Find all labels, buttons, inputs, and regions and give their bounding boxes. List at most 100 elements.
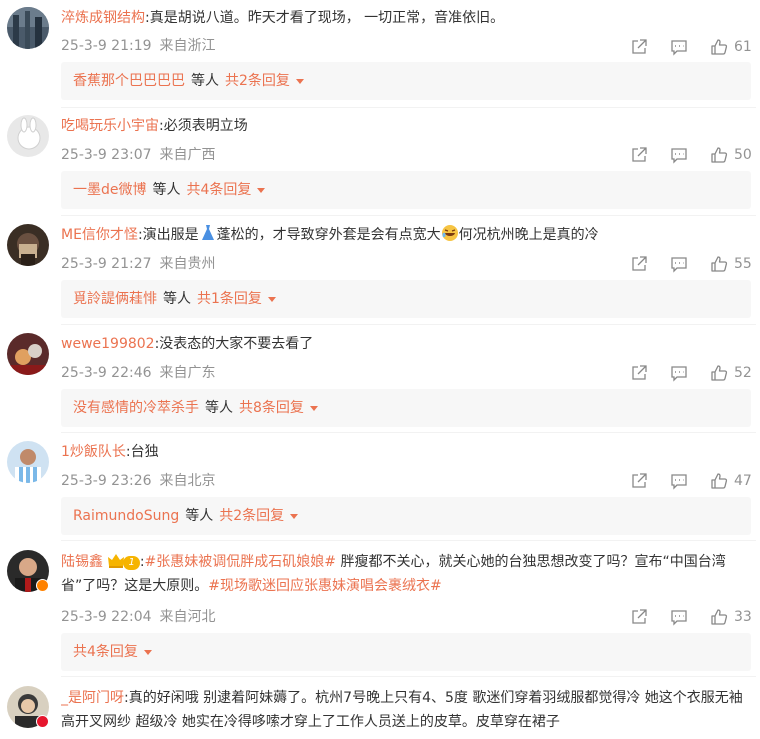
comment-date: 25-3-9 22:46 (61, 365, 152, 381)
comment-location: 来自贵州 (159, 256, 216, 272)
reply-summary[interactable]: RaimundoSung 等人 共2条回复 (61, 497, 751, 535)
comment-meta: 25-3-9 22:46 来自广东 (61, 363, 216, 383)
reply-username-link[interactable]: 香蕉那个巴巴巴巴 (73, 73, 185, 89)
divider (61, 676, 756, 677)
caret-down-icon (257, 187, 266, 193)
comment-icon (671, 148, 687, 164)
like-button[interactable]: 61 (710, 37, 752, 57)
comment-text-line: 陆锡鑫 1:#张惠妹被调侃胖成石矶娘娘# 胖瘦都不关心，就关心她的台独思想改变了… (61, 554, 726, 594)
share-button[interactable] (630, 363, 648, 383)
comment-actions: 55 (630, 254, 760, 274)
divider (61, 107, 756, 108)
like-button[interactable]: 55 (710, 254, 752, 274)
comment-text-line: wewe199802:没表态的大家不要去看了 (61, 336, 314, 352)
reply-button[interactable] (670, 607, 688, 627)
share-button[interactable] (630, 254, 648, 274)
username-link[interactable]: 淬炼成钢结构 (61, 10, 145, 26)
like-icon (711, 256, 728, 272)
reply-count-link[interactable]: 共2条回复 (219, 508, 284, 524)
verified-badge-icon (36, 715, 49, 728)
reply-username-link[interactable]: 覓詅諟俩蓕悱 (73, 291, 157, 307)
divider (61, 324, 756, 325)
reply-summary[interactable]: 一墨de微博 等人 共4条回复 (61, 171, 751, 209)
reply-button[interactable] (670, 37, 688, 57)
like-button[interactable]: 50 (710, 145, 752, 165)
comment-text: 必须表明立场 (163, 118, 248, 134)
comment-icon (671, 474, 687, 490)
like-button[interactable]: 52 (710, 363, 752, 383)
comment-actions: 52 (630, 363, 760, 383)
divider (61, 540, 756, 541)
caret-down-icon (143, 649, 152, 655)
comment-text: 台独 (130, 444, 159, 460)
comment-text-part: 何况杭州晚上是真的冷 (458, 227, 599, 243)
username-link[interactable]: 吃喝玩乐小宇宙 (61, 118, 159, 134)
hashtag-link[interactable]: #张惠妹被调侃胖成石矶娘娘# (145, 554, 336, 570)
reply-summary[interactable]: 没有感情的冷萃杀手 等人 共8条回复 (61, 389, 751, 427)
reply-username-link[interactable]: 没有感情的冷萃杀手 (73, 400, 199, 416)
comment-meta: 25-3-9 22:04 来自河北 (61, 607, 216, 627)
caret-down-icon (290, 513, 299, 519)
username-link[interactable]: wewe199802 (61, 336, 155, 352)
comment-date: 25-3-9 21:19 (61, 38, 152, 54)
reply-count-link[interactable]: 共1条回复 (197, 291, 262, 307)
comment-icon (671, 366, 687, 382)
caret-down-icon (309, 405, 318, 411)
reply-etc-label: 等人 (191, 73, 219, 89)
username-link[interactable]: _是阿门呀 (61, 690, 124, 706)
divider (61, 432, 756, 433)
share-icon (632, 365, 647, 380)
avatar[interactable] (7, 441, 49, 483)
reply-count-link[interactable]: 共4条回复 (187, 182, 252, 198)
like-count: 47 (734, 473, 752, 489)
reply-summary[interactable]: 共4条回复 (61, 633, 751, 671)
reply-button[interactable] (670, 363, 688, 383)
like-button[interactable]: 47 (710, 471, 752, 491)
comment-text-line: _是阿门呀:真的好闲哦 别逮着阿妹薅了。杭州7号晚上只有4、5度 歌迷们穿着羽绒… (61, 690, 743, 730)
reply-count-link[interactable]: 共4条回复 (73, 644, 138, 660)
comment-location: 来自浙江 (159, 38, 216, 54)
comment-text-line: ME信你才怪:演出服是 蓬松的，才导致穿外套是会有点宽大 何况杭州晚上是真的冷 (61, 224, 756, 246)
caret-down-icon (267, 296, 276, 302)
like-button[interactable]: 33 (710, 607, 752, 627)
hashtag-link[interactable]: #现场歌迷回应张惠妹演唱会裹绒衣# (208, 578, 441, 594)
reply-username-link[interactable]: 一墨de微博 (73, 182, 147, 198)
divider (61, 215, 756, 216)
reply-summary[interactable]: 覓詅諟俩蓕悱 等人 共1条回复 (61, 280, 751, 318)
reply-button[interactable] (670, 471, 688, 491)
like-icon (711, 365, 728, 381)
like-icon (711, 473, 728, 489)
avatar[interactable] (7, 224, 49, 266)
avatar[interactable] (7, 7, 49, 49)
avatar[interactable] (7, 115, 49, 157)
share-button[interactable] (630, 145, 648, 165)
comment-date: 25-3-9 23:26 (61, 473, 152, 489)
username-link[interactable]: 陆锡鑫 (61, 554, 103, 570)
like-count: 50 (734, 147, 752, 163)
share-button[interactable] (630, 607, 648, 627)
dress-emoji-icon (201, 225, 214, 240)
comment-icon (671, 40, 687, 56)
comment-text-line: 吃喝玩乐小宇宙:必须表明立场 (61, 118, 248, 134)
comment-text-part: 蓬松的，才导致穿外套是会有点宽大 (216, 227, 441, 243)
level-badge: 1 (123, 556, 140, 570)
share-button[interactable] (630, 37, 648, 57)
comment-date: 25-3-9 21:27 (61, 256, 152, 272)
share-button[interactable] (630, 471, 648, 491)
comment-text: 真是胡说八道。昨天才看了现场， 一切正常，音准依旧。 (149, 10, 505, 26)
reply-username-link[interactable]: RaimundoSung (73, 508, 179, 524)
reply-button[interactable] (670, 145, 688, 165)
like-count: 61 (734, 39, 752, 55)
username-link[interactable]: ME信你才怪 (61, 227, 138, 243)
reply-summary[interactable]: 香蕉那个巴巴巴巴 等人 共2条回复 (61, 62, 751, 100)
share-icon (632, 147, 647, 162)
comment-location: 来自广西 (159, 147, 216, 163)
avatar[interactable] (7, 333, 49, 375)
reply-count-link[interactable]: 共2条回复 (225, 73, 290, 89)
username-link[interactable]: 1炒飯队长 (61, 444, 126, 460)
caret-down-icon (295, 78, 304, 84)
reply-count-link[interactable]: 共8条回复 (239, 400, 304, 416)
comment-icon (671, 610, 687, 626)
reply-button[interactable] (670, 254, 688, 274)
comment-text: 没表态的大家不要去看了 (159, 336, 314, 352)
